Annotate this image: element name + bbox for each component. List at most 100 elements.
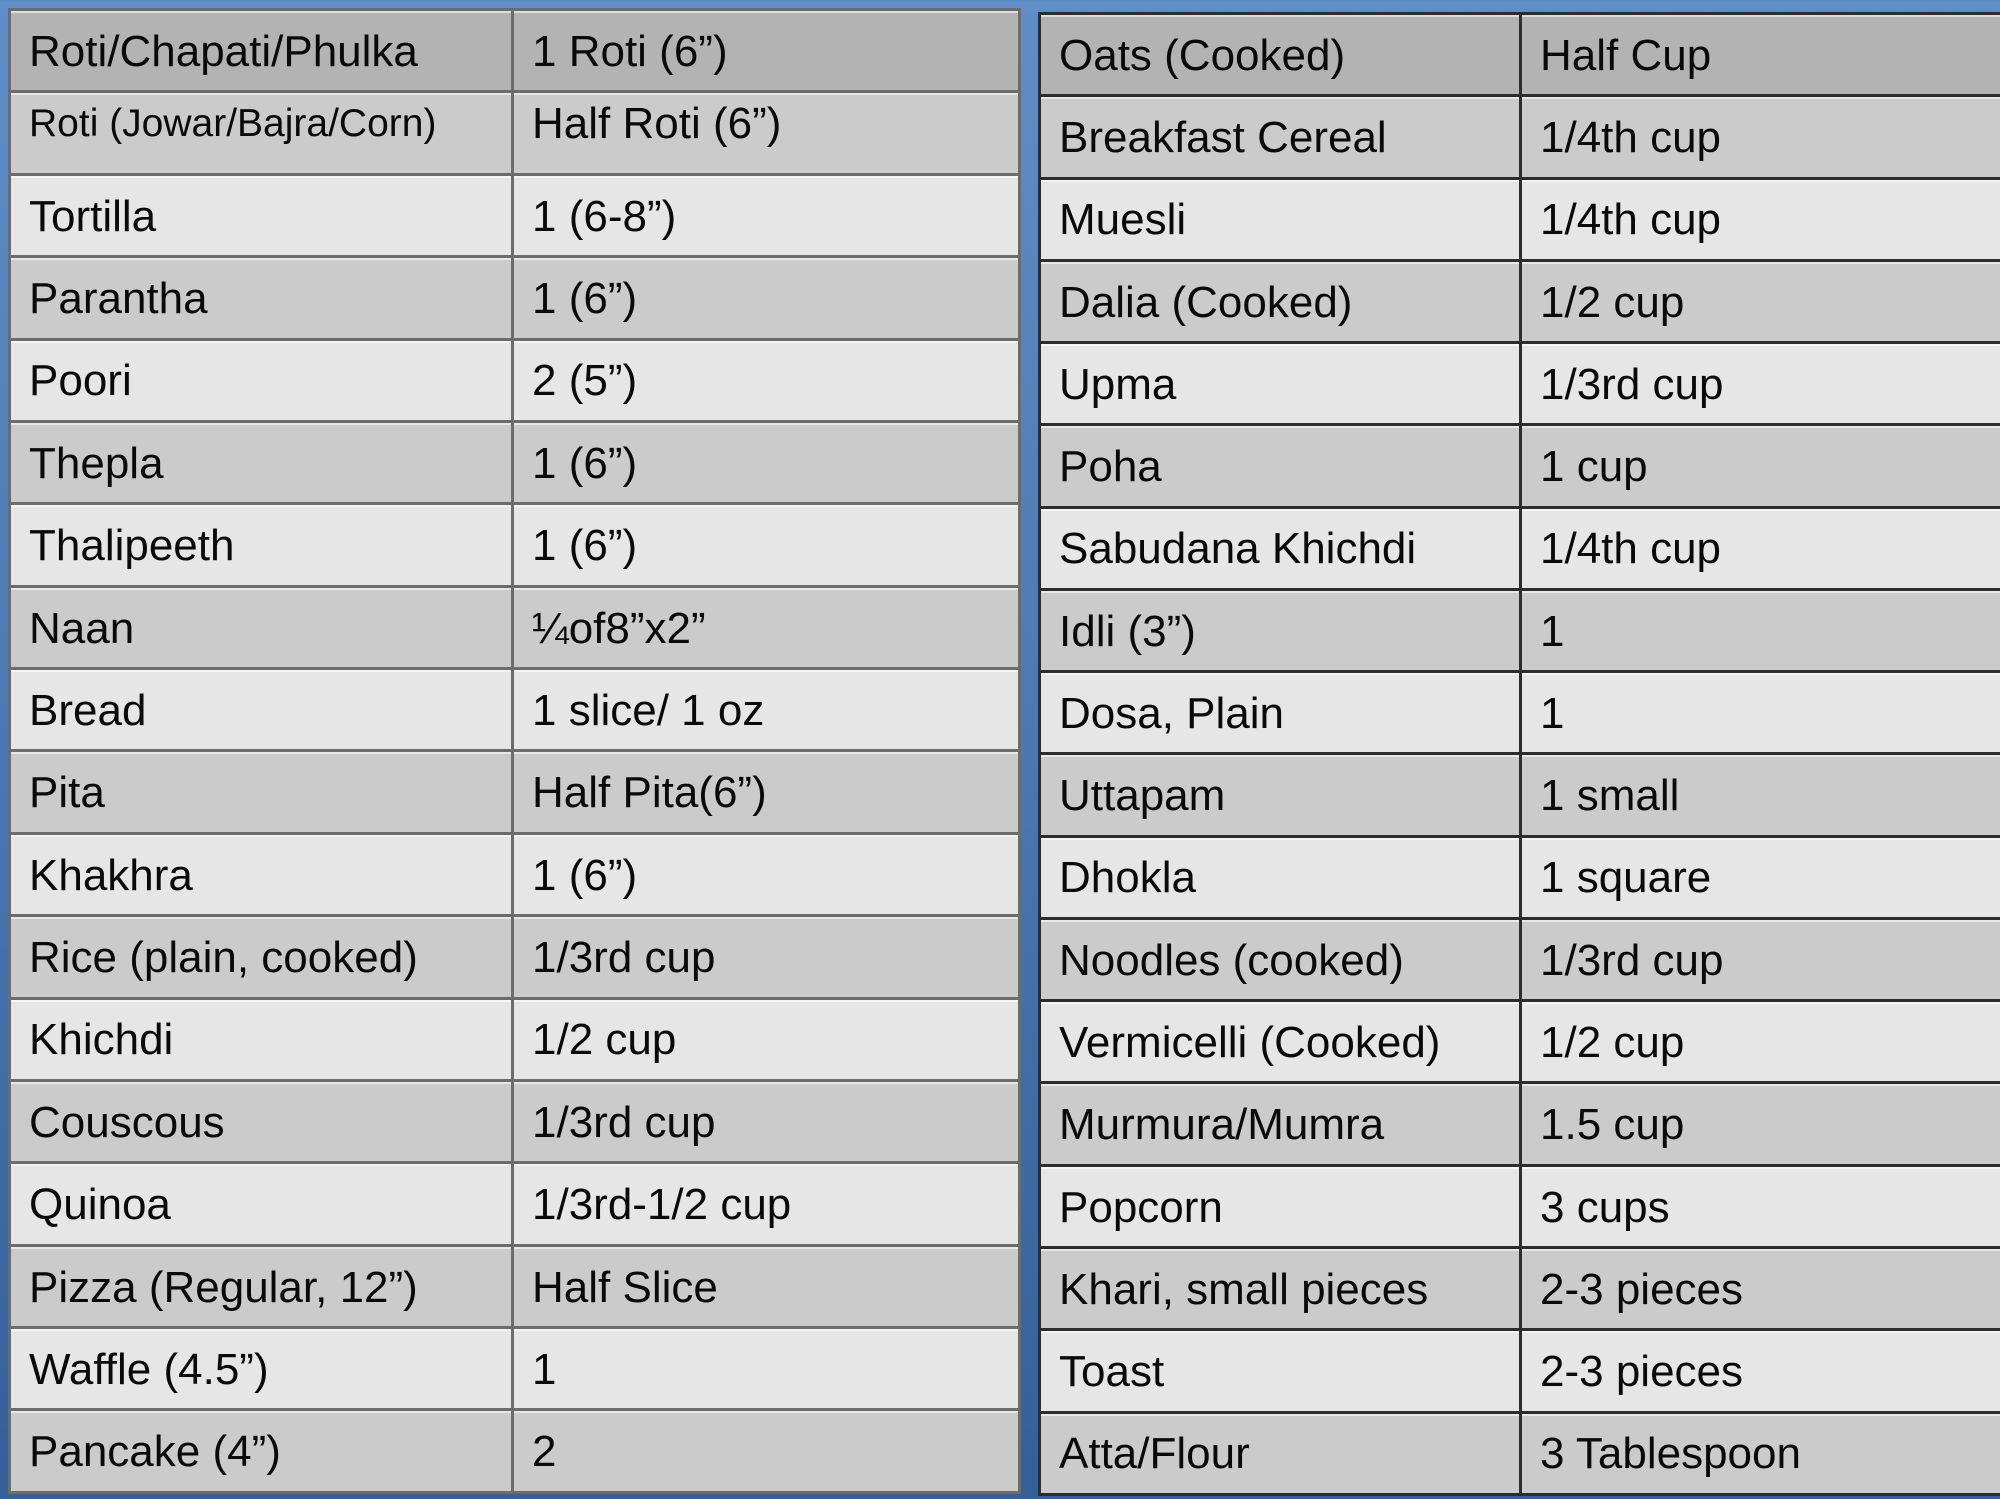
food-item-cell: Dosa, Plain <box>1038 670 1522 756</box>
food-item-label: Breakfast Cereal <box>1059 113 1387 163</box>
food-item-label: Poori <box>29 356 132 406</box>
portion-size-label: ¼of8”x2” <box>532 603 706 653</box>
portion-size-label: 1/2 cup <box>1540 277 1685 327</box>
portion-size-label: 2-3 pieces <box>1540 1264 1744 1314</box>
table-row: Naan ¼of8”x2” <box>8 584 1021 671</box>
table-row: Roti (Jowar/Bajra/Corn) Half Roti (6”) <box>8 90 1021 176</box>
food-item-label: Rice (plain, cooked) <box>29 933 418 982</box>
food-item-label: Atta/Flour <box>1059 1429 1250 1479</box>
food-item-cell: Thalipeeth <box>8 502 514 588</box>
table-row: Poha 1 cup <box>1038 423 2000 509</box>
table-row: Thepla 1 (6”) <box>8 419 1021 506</box>
food-item-label: Roti/Chapati/Phulka <box>29 26 418 76</box>
table-row: Noodles (cooked) 1/3rd cup <box>1038 916 2000 1003</box>
table-row: Vermicelli (Cooked) 1/2 cup <box>1038 999 2000 1085</box>
food-item-label: Sabudana Khichdi <box>1059 524 1417 574</box>
portion-size-cell: Half Roti (6”) <box>511 90 1021 176</box>
portion-size-cell: 1 (6-8”) <box>511 172 1021 259</box>
food-item-label: Thalipeeth <box>29 521 235 571</box>
portion-size-label: 1 cup <box>1540 442 1648 492</box>
food-item-cell: Upma <box>1038 341 1522 427</box>
table-row: Waffle (4.5”) 1 <box>8 1325 1021 1412</box>
portion-size-label: 1/4th cup <box>1540 113 1722 163</box>
portion-size-cell: 3 cups <box>1519 1163 2000 1249</box>
table-row: Couscous 1/3rd cup <box>8 1078 1021 1165</box>
food-item-cell: Dhokla <box>1038 834 1522 920</box>
portion-size-cell: Half Slice <box>511 1243 1021 1330</box>
portion-size-label: 2 <box>532 1427 557 1477</box>
table-row: Parantha 1 (6”) <box>8 255 1021 341</box>
food-item-cell: Popcorn <box>1038 1163 1522 1249</box>
portion-size-label: Half Cup <box>1540 30 1712 80</box>
food-item-cell: Noodles (cooked) <box>1038 916 1522 1003</box>
food-item-cell: Khichdi <box>8 996 514 1082</box>
food-item-cell: Atta/Flour <box>1038 1410 1522 1497</box>
food-item-cell: Rice (plain, cooked) <box>8 914 514 1000</box>
table-row: Popcorn 3 cups <box>1038 1163 2000 1249</box>
portion-size-label: 3 Tablespoon <box>1540 1429 1801 1479</box>
food-item-label: Tortilla <box>29 191 157 241</box>
portion-size-cell: ¼of8”x2” <box>511 584 1021 671</box>
portion-size-label: 1 (6”) <box>532 850 638 900</box>
table-row: Pancake (4”) 2 <box>8 1408 1021 1494</box>
food-item-label: Pancake (4”) <box>29 1427 281 1477</box>
food-item-label: Quinoa <box>29 1180 171 1230</box>
right-portion-table: Oats (Cooked) Half Cup Breakfast Cereal 1/4… <box>1038 11 2000 1497</box>
food-item-cell: Quinoa <box>8 1161 514 1247</box>
food-item-cell: Oats (Cooked) <box>1038 11 1522 98</box>
portion-size-label: 1 Roti (6”) <box>532 26 728 76</box>
portion-size-cell: 1 <box>1519 587 2000 674</box>
food-item-label: Idli (3”) <box>1059 606 1196 656</box>
portion-size-cell: 1/3rd cup <box>1519 341 2000 427</box>
food-item-cell: Sabudana Khichdi <box>1038 505 1522 591</box>
portion-size-label: 1/3rd cup <box>532 933 716 982</box>
portion-size-label: 1 slice/ 1 oz <box>532 685 765 735</box>
table-row: Toast 2-3 pieces <box>1038 1328 2000 1414</box>
food-item-cell: Dalia (Cooked) <box>1038 258 1522 345</box>
portion-size-label: 1/4th cup <box>1540 524 1722 574</box>
food-item-cell: Poori <box>8 337 514 423</box>
food-item-label: Couscous <box>29 1097 225 1147</box>
food-item-cell: Pizza (Regular, 12”) <box>8 1243 514 1330</box>
food-item-label: Muesli <box>1059 195 1187 245</box>
portion-size-cell: 1 <box>511 1325 1021 1412</box>
food-item-label: Dosa, Plain <box>1059 688 1285 738</box>
food-item-cell: Roti (Jowar/Bajra/Corn) <box>8 90 514 176</box>
table-row: Khichdi 1/2 cup <box>8 996 1021 1082</box>
food-item-cell: Roti/Chapati/Phulka <box>8 7 514 94</box>
food-item-cell: Toast <box>1038 1328 1522 1414</box>
portion-size-cell: 1/3rd cup <box>1519 916 2000 1003</box>
food-item-cell: Pancake (4”) <box>8 1408 514 1494</box>
table-row: Roti/Chapati/Phulka 1 Roti (6”) <box>8 7 1021 94</box>
food-item-label: Khakhra <box>29 850 193 900</box>
left-portion-table: Roti/Chapati/Phulka 1 Roti (6”) Roti (Jowa… <box>8 7 1021 1494</box>
portion-size-label: Half Roti (6”) <box>532 99 782 149</box>
food-item-label: Parantha <box>29 274 208 323</box>
food-item-cell: Khari, small pieces <box>1038 1245 1522 1332</box>
table-row: Poori 2 (5”) <box>8 337 1021 423</box>
table-row: Breakfast Cereal 1/4th cup <box>1038 94 2000 180</box>
portion-size-cell: 1 slice/ 1 oz <box>511 666 1021 753</box>
food-item-cell: Parantha <box>8 255 514 341</box>
portion-size-label: 1/3rd cup <box>532 1097 716 1147</box>
food-item-label: Oats (Cooked) <box>1059 30 1346 80</box>
food-item-label: Roti (Jowar/Bajra/Corn) <box>29 101 437 145</box>
food-item-label: Khari, small pieces <box>1059 1264 1429 1314</box>
food-item-cell: Naan <box>8 584 514 671</box>
portion-size-cell: 1/2 cup <box>1519 258 2000 345</box>
food-item-label: Noodles (cooked) <box>1059 935 1404 985</box>
food-item-cell: Pita <box>8 749 514 835</box>
table-row: Bread 1 slice/ 1 oz <box>8 666 1021 753</box>
portion-size-label: 1 (6”) <box>532 438 638 488</box>
food-item-label: Dalia (Cooked) <box>1059 277 1353 327</box>
table-row: Quinoa 1/3rd-1/2 cup <box>8 1161 1021 1247</box>
portion-size-label: 1/2 cup <box>532 1015 677 1065</box>
portion-size-label: 1 (6”) <box>532 274 638 323</box>
portion-size-label: 1/3rd-1/2 cup <box>532 1180 792 1230</box>
food-item-cell: Vermicelli (Cooked) <box>1038 999 1522 1085</box>
table-row: Dalia (Cooked) 1/2 cup <box>1038 258 2000 345</box>
portion-size-cell: 1 Roti (6”) <box>511 7 1021 94</box>
food-item-label: Uttapam <box>1059 771 1226 821</box>
table-row: Dhokla 1 square <box>1038 834 2000 920</box>
food-item-label: Bread <box>29 685 147 735</box>
